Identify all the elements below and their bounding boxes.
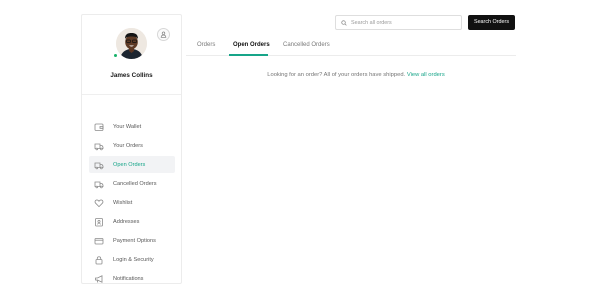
- sidebar-item-label: Login & Security: [113, 256, 154, 263]
- search-orders-button[interactable]: Search Orders: [468, 15, 515, 30]
- sidebar-item-your-orders[interactable]: Your Orders: [89, 137, 175, 154]
- order-tabs: Orders Open Orders Cancelled Orders: [186, 38, 516, 56]
- credit-card-icon: [94, 236, 104, 246]
- sidebar-item-label: Your Orders: [113, 142, 143, 149]
- tab-orders[interactable]: Orders: [197, 42, 215, 48]
- sidebar-item-label: Notifications: [113, 275, 144, 282]
- truck-icon: [94, 160, 104, 170]
- sidebar-item-open-orders[interactable]: Open Orders: [89, 156, 175, 173]
- sidebar-item-notifications[interactable]: Notifications: [89, 270, 175, 287]
- sidebar-item-label: Your Wallet: [113, 123, 142, 130]
- sidebar-item-wishlist[interactable]: Wishlist: [89, 194, 175, 211]
- search-box: [335, 15, 462, 30]
- active-tab-indicator: [229, 54, 268, 56]
- sidebar-item-label: Cancelled Orders: [113, 180, 157, 187]
- tab-open-orders[interactable]: Open Orders: [233, 42, 270, 48]
- account-sidebar: James Collins Your Wallet Your Orders Op…: [81, 14, 182, 284]
- sidebar-item-label: Wishlist: [113, 199, 133, 206]
- empty-state-message: Looking for an order? All of your orders…: [186, 72, 526, 78]
- search-input[interactable]: [351, 19, 459, 26]
- empty-state-text: Looking for an order? All of your orders…: [267, 72, 406, 78]
- sidebar-item-login-security[interactable]: Login & Security: [89, 251, 175, 268]
- sidebar-item-payment-options[interactable]: Payment Options: [89, 232, 175, 249]
- sidebar-item-addresses[interactable]: Addresses: [89, 213, 175, 230]
- user-name: James Collins: [110, 72, 153, 79]
- online-status-dot: [113, 53, 118, 58]
- sidebar-item-your-wallet[interactable]: Your Wallet: [89, 118, 175, 135]
- sidebar-item-cancelled-orders[interactable]: Cancelled Orders: [89, 175, 175, 192]
- sidebar-item-label: Addresses: [113, 218, 140, 225]
- tab-cancelled-orders[interactable]: Cancelled Orders: [283, 42, 330, 48]
- megaphone-icon: [94, 274, 104, 284]
- wallet-icon: [94, 122, 104, 132]
- search-icon: [341, 19, 347, 26]
- heart-icon: [94, 198, 104, 208]
- sidebar-item-label: Open Orders: [113, 161, 146, 168]
- truck-icon: [94, 179, 104, 189]
- view-all-orders-link[interactable]: View all orders: [407, 72, 445, 78]
- lock-icon: [94, 255, 104, 265]
- truck-icon: [94, 141, 104, 151]
- avatar: [116, 28, 147, 59]
- user-icon: [160, 31, 167, 38]
- profile-section: James Collins: [82, 15, 181, 95]
- address-book-icon: [94, 217, 104, 227]
- sidebar-item-label: Payment Options: [113, 237, 156, 244]
- profile-button[interactable]: [157, 28, 170, 41]
- account-menu: Your Wallet Your Orders Open Orders Canc…: [89, 118, 175, 289]
